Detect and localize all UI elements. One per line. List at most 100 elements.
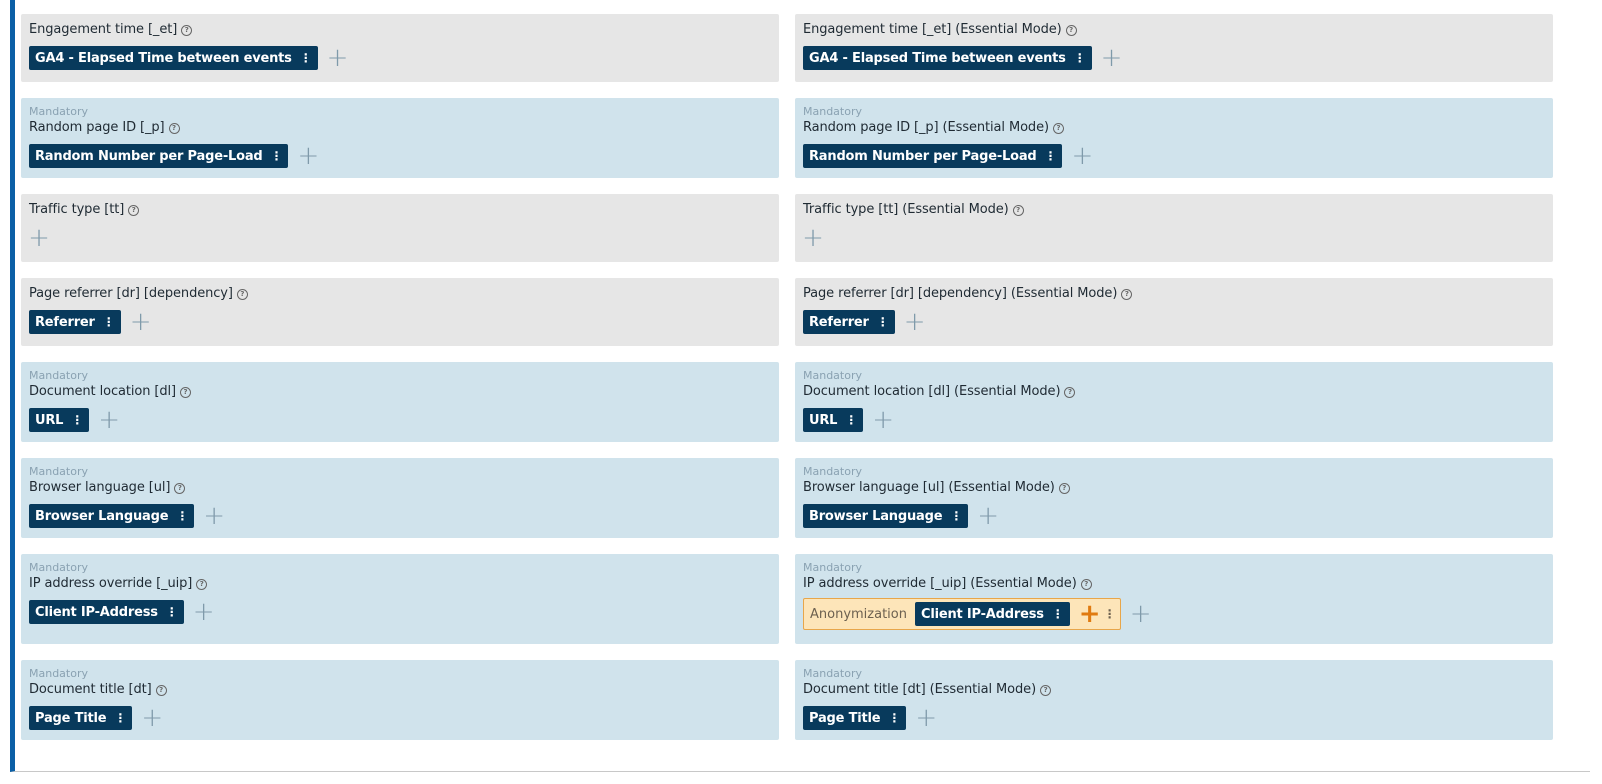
param-label: Document location [dl] (Essential Mode) <box>803 384 1061 399</box>
add-variable-plus-icon[interactable]: + <box>98 407 120 433</box>
variable-chip[interactable]: Browser Language ⋮ <box>803 504 969 528</box>
add-variable-plus-icon[interactable]: + <box>1130 601 1152 627</box>
help-icon[interactable]: ? <box>155 684 167 696</box>
param-label: IP address override [_uip] (Essential Mo… <box>803 576 1077 591</box>
param-row-traffic-type: Traffic type [tt] ? + Traffic type [tt] … <box>21 194 1586 262</box>
help-icon[interactable]: ? <box>168 122 180 134</box>
variable-chip[interactable]: Referrer ⋮ <box>29 310 121 334</box>
param-card-document-location: Mandatory Document location [dl] ? URL ⋮ … <box>21 362 779 442</box>
mandatory-tag: Mandatory <box>29 667 89 680</box>
variable-chip[interactable]: Referrer ⋮ <box>803 310 895 334</box>
kebab-menu-icon[interactable]: ⋮ <box>1074 52 1086 64</box>
param-label: Traffic type [tt] (Essential Mode) <box>803 202 1009 217</box>
kebab-menu-icon[interactable]: ⋮ <box>176 510 188 522</box>
help-icon[interactable]: ? <box>236 288 248 300</box>
param-label: Random page ID [_p] <box>29 120 165 135</box>
mandatory-tag: Mandatory <box>29 465 89 478</box>
help-icon[interactable]: ? <box>1012 204 1024 216</box>
variable-chip[interactable]: Client IP-Address ⋮ <box>29 600 184 624</box>
add-variable-plus-icon[interactable]: + <box>802 225 824 251</box>
help-icon[interactable]: ? <box>1065 24 1077 36</box>
help-icon[interactable]: ? <box>174 482 186 494</box>
param-label: Document title [dt] (Essential Mode) <box>803 682 1037 697</box>
add-variable-plus-icon[interactable]: + <box>203 503 225 529</box>
param-card-document-title-essential: Mandatory Document title [dt] (Essential… <box>795 660 1553 740</box>
add-variable-plus-icon[interactable]: + <box>1071 143 1093 169</box>
variable-chip[interactable]: URL ⋮ <box>803 408 864 432</box>
mandatory-tag: Mandatory <box>29 561 89 574</box>
param-card-ip-override-essential: Mandatory IP address override [_uip] (Es… <box>795 554 1553 644</box>
param-row-page-referrer: Page referrer [dr] [dependency] ? Referr… <box>21 278 1586 346</box>
help-icon[interactable]: ? <box>180 386 192 398</box>
help-icon[interactable]: ? <box>128 204 140 216</box>
kebab-menu-icon[interactable]: ⋮ <box>166 606 178 618</box>
help-icon[interactable]: ? <box>181 24 193 36</box>
kebab-menu-icon[interactable]: ⋮ <box>114 712 126 724</box>
variable-chip[interactable]: Page Title ⋮ <box>29 706 133 730</box>
param-row-document-location: Mandatory Document location [dl] ? URL ⋮ … <box>21 362 1586 442</box>
add-transform-plus-icon[interactable]: + <box>1079 601 1101 627</box>
help-icon[interactable]: ? <box>1080 578 1092 590</box>
variable-chip[interactable]: Client IP-Address ⋮ <box>915 602 1070 626</box>
parameter-grid: Engagement time [_et] ? GA4 - Elapsed Ti… <box>21 14 1586 756</box>
variable-chip[interactable]: GA4 - Elapsed Time between events ⋮ <box>29 46 318 70</box>
kebab-menu-icon[interactable]: ⋮ <box>1052 608 1064 620</box>
add-variable-plus-icon[interactable]: + <box>327 45 349 71</box>
variable-chip[interactable]: Browser Language ⋮ <box>29 504 195 528</box>
mandatory-tag: Mandatory <box>803 369 863 382</box>
help-icon[interactable]: ? <box>196 578 208 590</box>
add-variable-plus-icon[interactable]: + <box>297 143 319 169</box>
param-card-browser-language-essential: Mandatory Browser language [ul] (Essenti… <box>795 458 1553 538</box>
kebab-menu-icon[interactable]: ⋮ <box>271 150 283 162</box>
add-variable-plus-icon[interactable]: + <box>141 705 163 731</box>
kebab-menu-icon[interactable]: ⋮ <box>877 316 889 328</box>
kebab-menu-icon[interactable]: ⋮ <box>71 414 83 426</box>
kebab-menu-icon[interactable]: ⋮ <box>1045 150 1057 162</box>
param-row-random-page-id: Mandatory Random page ID [_p] ? Random N… <box>21 98 1586 178</box>
add-variable-plus-icon[interactable]: + <box>977 503 999 529</box>
param-card-document-title: Mandatory Document title [dt] ? Page Tit… <box>21 660 779 740</box>
param-card-traffic-type-essential: Traffic type [tt] (Essential Mode) ? + <box>795 194 1553 262</box>
param-label: Browser language [ul] (Essential Mode) <box>803 480 1055 495</box>
kebab-menu-icon[interactable]: ⋮ <box>845 414 857 426</box>
param-card-ip-override: Mandatory IP address override [_uip] ? C… <box>21 554 779 644</box>
variable-chip[interactable]: Random Number per Page-Load ⋮ <box>29 144 289 168</box>
mandatory-tag: Mandatory <box>803 561 863 574</box>
variable-chip[interactable]: Page Title ⋮ <box>803 706 907 730</box>
kebab-menu-icon[interactable]: ⋮ <box>300 52 312 64</box>
param-label: Random page ID [_p] (Essential Mode) <box>803 120 1049 135</box>
add-variable-plus-icon[interactable]: + <box>130 309 152 335</box>
kebab-menu-icon[interactable]: ⋮ <box>1104 607 1116 621</box>
kebab-menu-icon[interactable]: ⋮ <box>103 316 115 328</box>
help-icon[interactable]: ? <box>1064 386 1076 398</box>
param-card-random-page-id-essential: Mandatory Random page ID [_p] (Essential… <box>795 98 1553 178</box>
kebab-menu-icon[interactable]: ⋮ <box>950 510 962 522</box>
add-variable-plus-icon[interactable]: + <box>1101 45 1123 71</box>
add-variable-plus-icon[interactable]: + <box>28 225 50 251</box>
anonymization-transform[interactable]: Anonymization Client IP-Address ⋮ + ⋮ <box>803 598 1121 630</box>
help-icon[interactable]: ? <box>1040 684 1052 696</box>
add-variable-plus-icon[interactable]: + <box>904 309 926 335</box>
add-variable-plus-icon[interactable]: + <box>193 599 215 625</box>
param-card-engagement-time: Engagement time [_et] ? GA4 - Elapsed Ti… <box>21 14 779 82</box>
mandatory-tag: Mandatory <box>803 105 863 118</box>
param-label: Engagement time [_et] (Essential Mode) <box>803 22 1062 37</box>
kebab-menu-icon[interactable]: ⋮ <box>888 712 900 724</box>
variable-chip[interactable]: URL ⋮ <box>29 408 90 432</box>
help-icon[interactable]: ? <box>1058 482 1070 494</box>
param-label: Page referrer [dr] [dependency] (Essenti… <box>803 286 1118 301</box>
param-card-engagement-time-essential: Engagement time [_et] (Essential Mode) ?… <box>795 14 1553 82</box>
variable-chip[interactable]: Random Number per Page-Load ⋮ <box>803 144 1063 168</box>
help-icon[interactable]: ? <box>1052 122 1064 134</box>
param-card-traffic-type: Traffic type [tt] ? + <box>21 194 779 262</box>
add-variable-plus-icon[interactable]: + <box>872 407 894 433</box>
mandatory-tag: Mandatory <box>803 465 863 478</box>
variable-chip[interactable]: GA4 - Elapsed Time between events ⋮ <box>803 46 1092 70</box>
mandatory-tag: Mandatory <box>29 105 89 118</box>
param-card-page-referrer: Page referrer [dr] [dependency] ? Referr… <box>21 278 779 346</box>
help-icon[interactable]: ? <box>1121 288 1133 300</box>
param-card-browser-language: Mandatory Browser language [ul] ? Browse… <box>21 458 779 538</box>
param-label: Traffic type [tt] <box>29 202 125 217</box>
add-variable-plus-icon[interactable]: + <box>915 705 937 731</box>
param-label: IP address override [_uip] <box>29 576 193 591</box>
